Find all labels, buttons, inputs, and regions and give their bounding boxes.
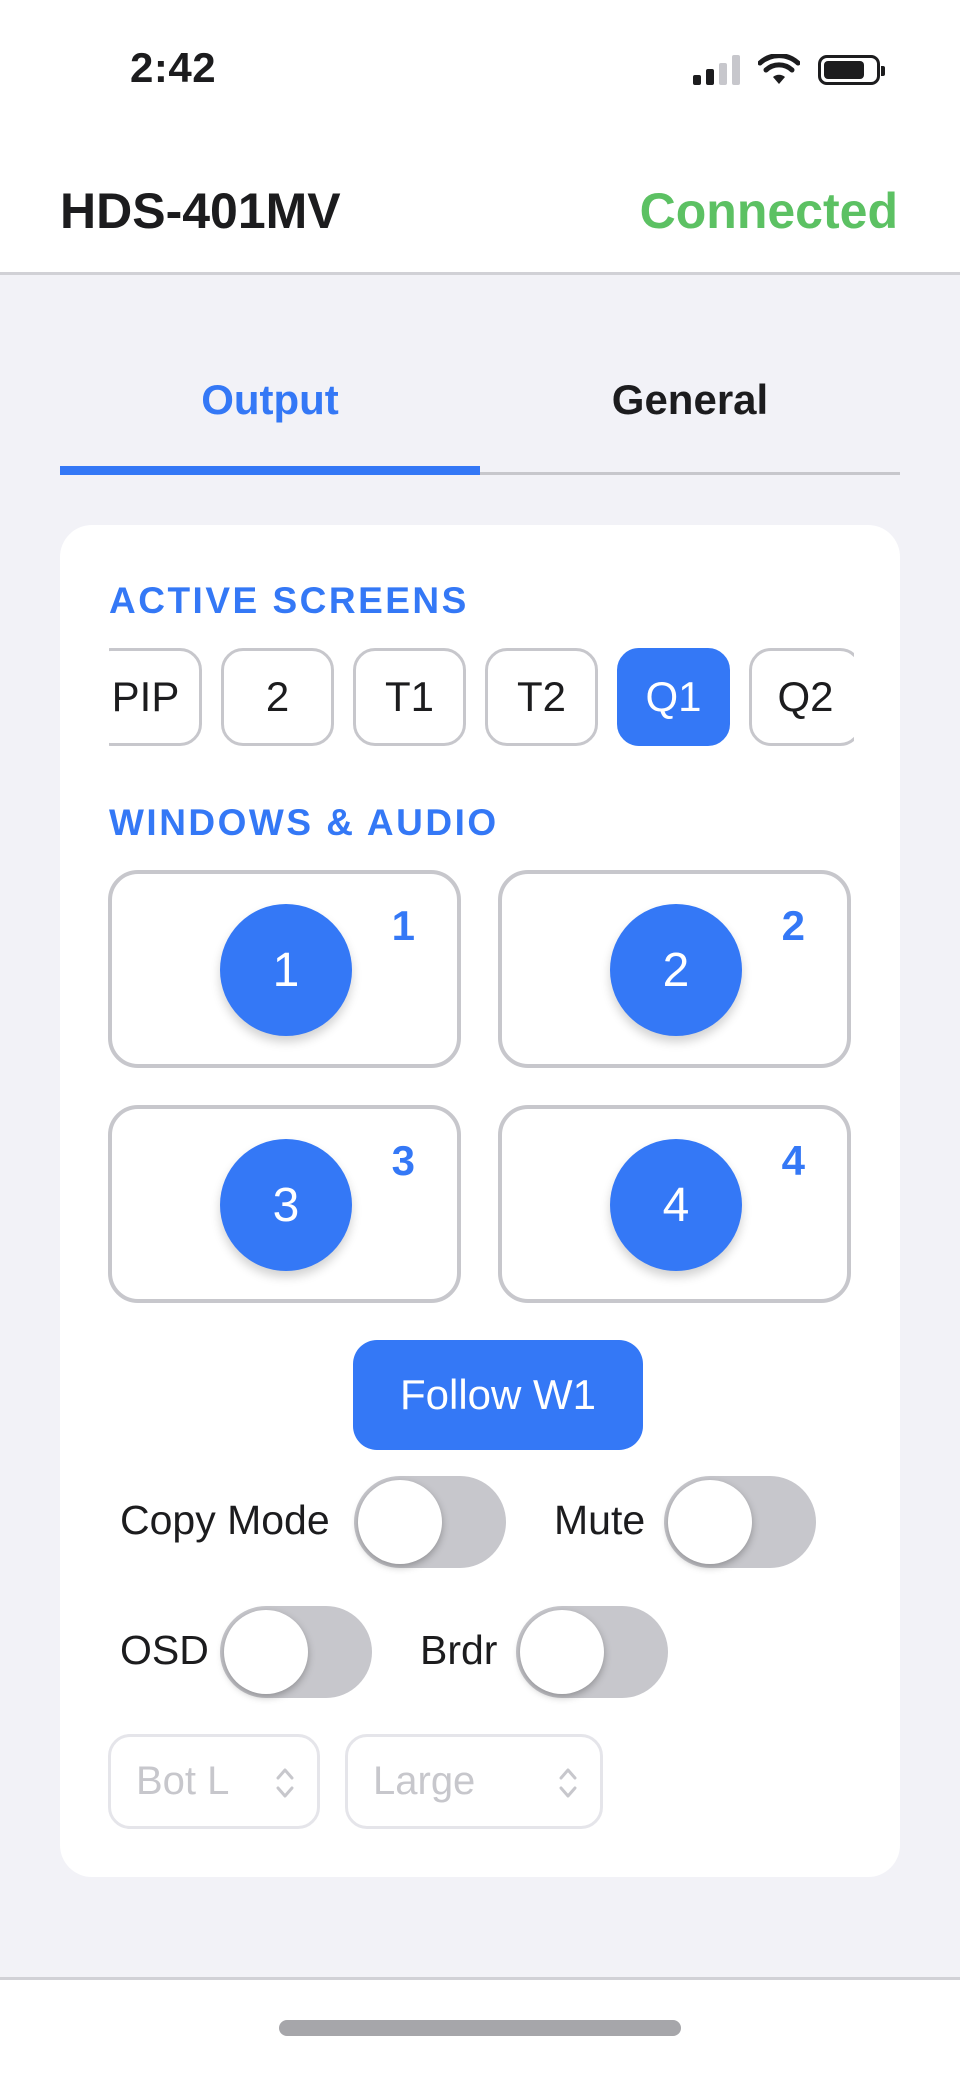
mute-label: Mute — [554, 1497, 646, 1543]
bottom-bar — [0, 1977, 960, 2079]
window-tile-1[interactable]: 1 1 — [108, 870, 461, 1068]
copy-mode-switch[interactable] — [354, 1476, 506, 1568]
window-source-button[interactable]: 4 — [610, 1139, 742, 1271]
screen-button-t2[interactable]: T2 — [485, 648, 598, 746]
audio-source-indicator: 4 — [781, 1137, 805, 1184]
chevron-up-down-icon — [559, 1768, 577, 1798]
wifi-icon — [758, 54, 800, 84]
switch-knob — [358, 1480, 442, 1564]
screen-button-2[interactable]: 2 — [221, 648, 334, 746]
screen-button-pip[interactable]: PIP — [109, 648, 202, 746]
switch-knob — [224, 1610, 308, 1694]
switch-knob — [520, 1610, 604, 1694]
status-icons — [693, 52, 885, 88]
position-select-value: Bot L — [136, 1759, 230, 1803]
switch-knob — [668, 1480, 752, 1564]
audio-source-indicator: 3 — [391, 1137, 415, 1184]
osd-switch[interactable] — [220, 1606, 372, 1698]
audio-source-indicator: 2 — [781, 902, 805, 949]
size-select-value: Large — [373, 1759, 476, 1803]
windows-audio-label: WINDOWS & AUDIO — [109, 802, 499, 843]
battery-icon — [818, 55, 885, 85]
tab-bar: Output General — [60, 350, 900, 475]
chevron-up-down-icon — [276, 1768, 294, 1798]
border-label: Brdr — [420, 1627, 498, 1673]
follow-w1-button[interactable]: Follow W1 — [353, 1340, 643, 1450]
tab-output[interactable]: Output — [60, 350, 480, 475]
size-select[interactable]: Large — [345, 1734, 603, 1829]
window-tile-4[interactable]: 4 4 — [498, 1105, 851, 1303]
status-bar: 2:42 — [0, 0, 960, 140]
audio-source-indicator: 1 — [391, 902, 415, 949]
window-source-button[interactable]: 2 — [610, 904, 742, 1036]
tab-general[interactable]: General — [480, 350, 900, 472]
mute-switch[interactable] — [664, 1476, 816, 1568]
output-card: ACTIVE SCREENS PIP 2 T1 T2 Q1 Q2 WINDOWS… — [60, 525, 900, 1877]
active-screens-scroller[interactable]: PIP 2 T1 T2 Q1 Q2 — [109, 648, 854, 748]
osd-label: OSD — [120, 1627, 209, 1673]
cellular-signal-icon — [693, 55, 740, 85]
copy-mode-label: Copy Mode — [120, 1497, 330, 1543]
status-time: 2:42 — [130, 44, 217, 91]
screen-button-q1[interactable]: Q1 — [617, 648, 730, 746]
window-source-button[interactable]: 3 — [220, 1139, 352, 1271]
device-name: HDS-401MV — [60, 183, 341, 239]
window-source-button[interactable]: 1 — [220, 904, 352, 1036]
window-tile-3[interactable]: 3 3 — [108, 1105, 461, 1303]
connection-status: Connected — [639, 183, 898, 239]
screen-button-q2[interactable]: Q2 — [749, 648, 854, 746]
active-screens-track: PIP 2 T1 T2 Q1 Q2 — [109, 648, 854, 746]
border-switch[interactable] — [516, 1606, 668, 1698]
window-tile-2[interactable]: 2 2 — [498, 870, 851, 1068]
app-header: HDS-401MV Connected — [0, 140, 960, 275]
home-indicator[interactable] — [279, 2020, 681, 2036]
active-screens-label: ACTIVE SCREENS — [109, 580, 469, 621]
position-select[interactable]: Bot L — [108, 1734, 320, 1829]
screen-button-t1[interactable]: T1 — [353, 648, 466, 746]
